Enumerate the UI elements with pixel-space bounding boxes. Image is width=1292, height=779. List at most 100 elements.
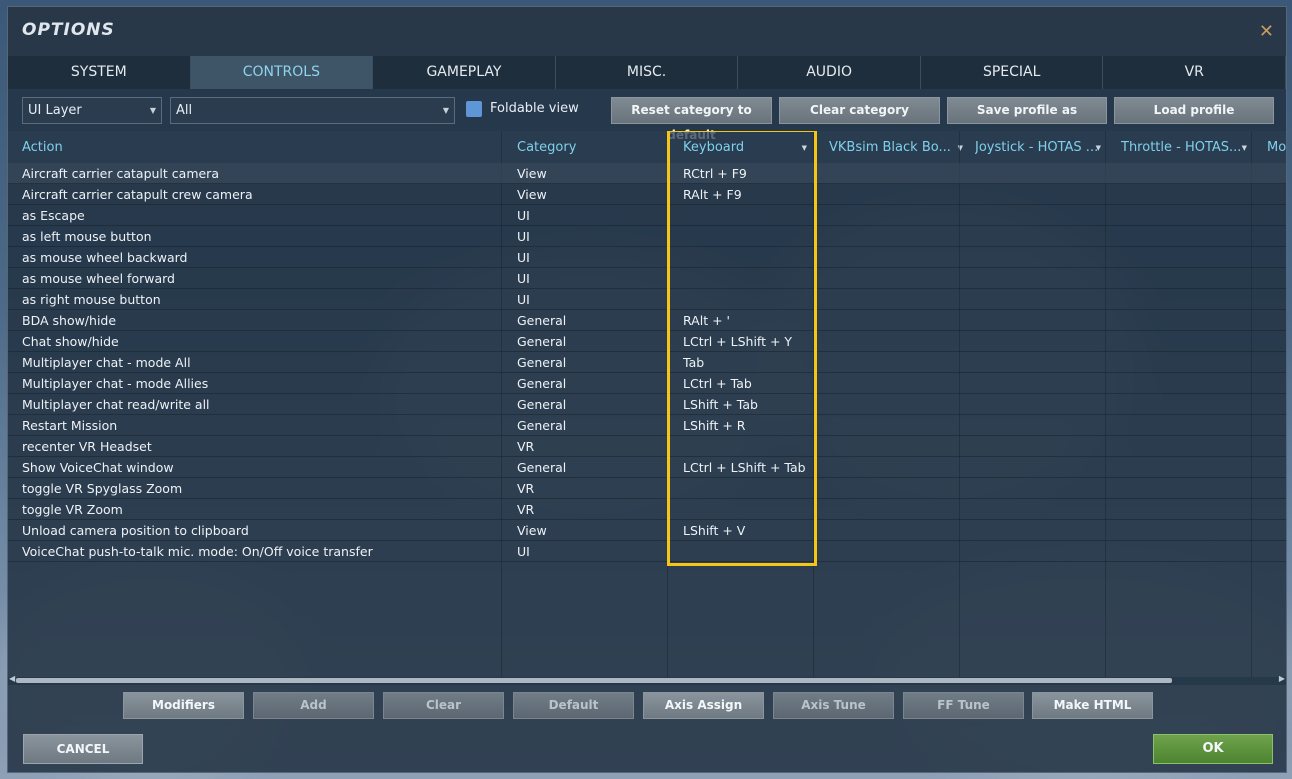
device-binding-cell[interactable] bbox=[1107, 436, 1249, 457]
device-binding-cell[interactable] bbox=[1253, 499, 1286, 520]
device-binding-cell[interactable] bbox=[815, 310, 957, 331]
device-binding-cell[interactable] bbox=[1253, 184, 1286, 205]
device-binding-cell[interactable] bbox=[815, 520, 957, 541]
header-device-joystick[interactable]: Joystick - HOTAS ... ▼ bbox=[975, 131, 1107, 163]
table-row[interactable]: Multiplayer chat read/write all General LS… bbox=[8, 394, 1286, 415]
header-device-throttle[interactable]: Throttle - HOTAS... ▼ bbox=[1121, 131, 1253, 163]
device-binding-cell[interactable] bbox=[1253, 373, 1286, 394]
device-binding-cell[interactable] bbox=[961, 289, 1103, 310]
device-binding-cell[interactable] bbox=[961, 541, 1103, 562]
device-binding-cell[interactable] bbox=[1107, 310, 1249, 331]
device-binding-cell[interactable] bbox=[1253, 541, 1286, 562]
table-row[interactable]: as left mouse button UI bbox=[8, 226, 1286, 247]
table-row[interactable]: as right mouse button UI bbox=[8, 289, 1286, 310]
device-binding-cell[interactable] bbox=[815, 436, 957, 457]
table-row[interactable]: Unload camera position to clipboard View L… bbox=[8, 520, 1286, 541]
header-device-mouse[interactable]: Mou bbox=[1267, 131, 1286, 163]
tab-system[interactable]: SYSTEM bbox=[8, 56, 191, 89]
category-filter-select[interactable]: All ▼ bbox=[170, 97, 455, 124]
table-row[interactable]: Multiplayer chat - mode Allies General LCt… bbox=[8, 373, 1286, 394]
clear-button[interactable]: Clear bbox=[383, 692, 504, 719]
axis-tune-button[interactable]: Axis Tune bbox=[773, 692, 894, 719]
reset-category-button[interactable]: Reset category to default bbox=[611, 97, 772, 142]
device-binding-cell[interactable] bbox=[961, 520, 1103, 541]
device-binding-cell[interactable] bbox=[815, 499, 957, 520]
device-binding-cell[interactable] bbox=[961, 268, 1103, 289]
device-binding-cell[interactable] bbox=[1107, 268, 1249, 289]
device-binding-cell[interactable] bbox=[1107, 499, 1249, 520]
header-device-vkbsim[interactable]: VKBsim Black Bo... ▼ bbox=[829, 131, 969, 163]
device-binding-cell[interactable] bbox=[961, 205, 1103, 226]
device-binding-cell[interactable] bbox=[961, 415, 1103, 436]
scroll-left-icon[interactable]: ◀ bbox=[9, 674, 15, 683]
device-binding-cell[interactable] bbox=[815, 415, 957, 436]
device-binding-cell[interactable] bbox=[1253, 289, 1286, 310]
table-row[interactable]: BDA show/hide General RAlt + ' bbox=[8, 310, 1286, 331]
table-row[interactable]: as Escape UI bbox=[8, 205, 1286, 226]
scroll-right-icon[interactable]: ▶ bbox=[1279, 674, 1285, 683]
device-binding-cell[interactable] bbox=[815, 352, 957, 373]
device-binding-cell[interactable] bbox=[1253, 226, 1286, 247]
device-binding-cell[interactable] bbox=[1253, 310, 1286, 331]
device-binding-cell[interactable] bbox=[1253, 163, 1286, 184]
foldable-view-checkbox[interactable] bbox=[466, 101, 482, 117]
layer-select[interactable]: UI Layer ▼ bbox=[22, 97, 162, 124]
device-binding-cell[interactable] bbox=[961, 331, 1103, 352]
chevron-down-icon[interactable]: ▼ bbox=[1096, 131, 1101, 163]
device-binding-cell[interactable] bbox=[1253, 520, 1286, 541]
table-row[interactable]: Multiplayer chat - mode All General Tab bbox=[8, 352, 1286, 373]
clear-category-button[interactable]: Clear category bbox=[779, 97, 940, 124]
table-row[interactable]: Aircraft carrier catapult crew camera Vie… bbox=[8, 184, 1286, 205]
device-binding-cell[interactable] bbox=[1107, 352, 1249, 373]
device-binding-cell[interactable] bbox=[1107, 163, 1249, 184]
device-binding-cell[interactable] bbox=[961, 457, 1103, 478]
device-binding-cell[interactable] bbox=[1253, 394, 1286, 415]
device-binding-cell[interactable] bbox=[1253, 457, 1286, 478]
table-row[interactable]: Chat show/hide General LCtrl + LShift + Y bbox=[8, 331, 1286, 352]
device-binding-cell[interactable] bbox=[1107, 205, 1249, 226]
make-html-button[interactable]: Make HTML bbox=[1032, 692, 1153, 719]
table-row[interactable]: as mouse wheel forward UI bbox=[8, 268, 1286, 289]
table-row[interactable]: VoiceChat push-to-talk mic. mode: On/Off… bbox=[8, 541, 1286, 562]
device-binding-cell[interactable] bbox=[1107, 415, 1249, 436]
tab-misc[interactable]: MISC. bbox=[555, 56, 739, 89]
device-binding-cell[interactable] bbox=[1107, 184, 1249, 205]
horizontal-scrollbar[interactable]: ◀ ▶ bbox=[8, 674, 1286, 685]
load-profile-button[interactable]: Load profile bbox=[1114, 97, 1274, 124]
header-action[interactable]: Action bbox=[22, 131, 502, 163]
device-binding-cell[interactable] bbox=[1107, 394, 1249, 415]
device-binding-cell[interactable] bbox=[961, 499, 1103, 520]
device-binding-cell[interactable] bbox=[961, 373, 1103, 394]
tab-audio[interactable]: AUDIO bbox=[738, 56, 921, 89]
device-binding-cell[interactable] bbox=[961, 184, 1103, 205]
tab-vr[interactable]: VR bbox=[1103, 56, 1287, 89]
device-binding-cell[interactable] bbox=[961, 310, 1103, 331]
ok-button[interactable]: OK bbox=[1153, 734, 1273, 764]
table-row[interactable]: as mouse wheel backward UI bbox=[8, 247, 1286, 268]
device-binding-cell[interactable] bbox=[961, 352, 1103, 373]
device-binding-cell[interactable] bbox=[815, 289, 957, 310]
table-row[interactable]: toggle VR Spyglass Zoom VR bbox=[8, 478, 1286, 499]
scrollbar-thumb[interactable] bbox=[16, 678, 1172, 683]
device-binding-cell[interactable] bbox=[1253, 415, 1286, 436]
table-row[interactable]: recenter VR Headset VR bbox=[8, 436, 1286, 457]
device-binding-cell[interactable] bbox=[815, 205, 957, 226]
table-row[interactable]: Show VoiceChat window General LCtrl + LShi… bbox=[8, 457, 1286, 478]
device-binding-cell[interactable] bbox=[1253, 331, 1286, 352]
header-category[interactable]: Category bbox=[517, 131, 667, 163]
device-binding-cell[interactable] bbox=[1107, 247, 1249, 268]
table-row[interactable]: Aircraft carrier catapult camera View RCtr… bbox=[8, 163, 1286, 184]
default-button[interactable]: Default bbox=[513, 692, 634, 719]
tab-controls[interactable]: CONTROLS bbox=[190, 56, 374, 89]
device-binding-cell[interactable] bbox=[1107, 331, 1249, 352]
tab-special[interactable]: SPECIAL bbox=[920, 56, 1104, 89]
table-row[interactable]: Restart Mission General LShift + R bbox=[8, 415, 1286, 436]
cancel-button[interactable]: CANCEL bbox=[23, 734, 143, 764]
chevron-down-icon[interactable]: ▼ bbox=[1242, 131, 1247, 163]
device-binding-cell[interactable] bbox=[1253, 478, 1286, 499]
close-icon[interactable]: ✕ bbox=[1259, 21, 1274, 42]
ff-tune-button[interactable]: FF Tune bbox=[903, 692, 1024, 719]
device-binding-cell[interactable] bbox=[961, 436, 1103, 457]
device-binding-cell[interactable] bbox=[961, 163, 1103, 184]
device-binding-cell[interactable] bbox=[961, 247, 1103, 268]
